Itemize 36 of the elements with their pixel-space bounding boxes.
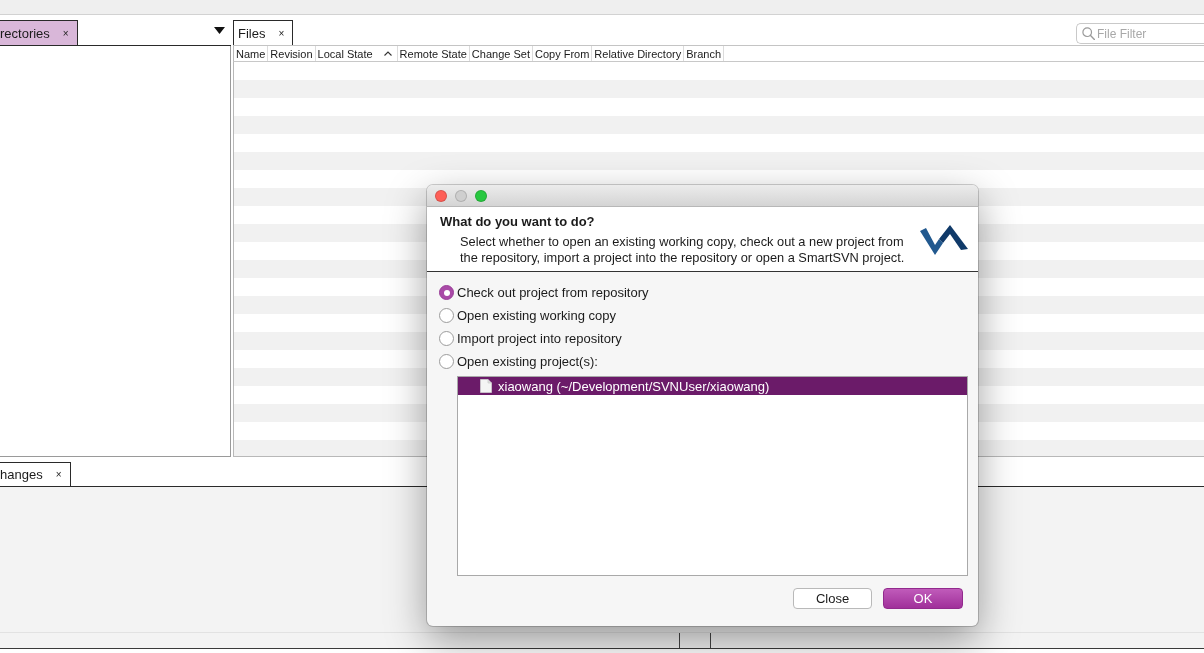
dropdown-arrow-icon[interactable] — [214, 27, 225, 34]
panel-tab[interactable]: hanges × — [0, 462, 71, 486]
tab-close-button[interactable]: × — [278, 27, 285, 39]
column-header[interactable]: Copy From — [532, 46, 593, 61]
dialog-description: Select whether to open an existing working copy, check out a new project from the repository, import a project into the repository or open a SmartSVN project. — [460, 234, 906, 266]
column-header[interactable]: Relative Directory — [592, 46, 685, 61]
option-label[interactable]: Open existing working copy — [457, 308, 616, 323]
option-label[interactable]: Import project into repository — [457, 331, 622, 346]
panel-tab[interactable]: rectories × — [0, 20, 78, 45]
project-list-item[interactable]: xiaowang (~/Development/SVNUser/xiaowang) — [458, 377, 967, 395]
column-header[interactable]: Name — [234, 46, 269, 61]
sort-ascending-icon — [383, 51, 392, 56]
column-header[interactable]: Branch — [684, 46, 725, 61]
tab-close-button[interactable]: × — [62, 27, 69, 39]
window-minimize-button[interactable] — [455, 189, 467, 202]
search-icon — [1082, 27, 1095, 40]
dialog-button[interactable]: OK — [883, 588, 963, 609]
radio-button[interactable] — [439, 331, 454, 346]
radio-button[interactable] — [439, 354, 454, 369]
window-close-button[interactable] — [435, 189, 447, 202]
option-label[interactable]: Check out project from repository — [457, 285, 649, 300]
window-zoom-button[interactable] — [475, 189, 487, 202]
tab-close-button[interactable]: × — [55, 469, 62, 480]
column-header[interactable]: Remote State — [397, 46, 470, 61]
option-label[interactable]: Open existing project(s): — [457, 354, 598, 369]
file-icon — [480, 379, 492, 393]
dialog-heading: What do you want to do? — [440, 213, 596, 230]
dialog-button[interactable]: Close — [793, 588, 872, 609]
radio-button[interactable] — [439, 308, 454, 323]
column-header[interactable]: Local State — [315, 46, 398, 61]
panel-tab[interactable]: Files × — [233, 20, 294, 45]
logo-icon — [920, 225, 968, 256]
column-header[interactable]: Revision — [268, 46, 316, 61]
radio-button[interactable] — [439, 285, 454, 300]
column-header[interactable]: Change Set — [469, 46, 533, 61]
project-list[interactable]: xiaowang (~/Development/SVNUser/xiaowang) — [457, 376, 968, 576]
